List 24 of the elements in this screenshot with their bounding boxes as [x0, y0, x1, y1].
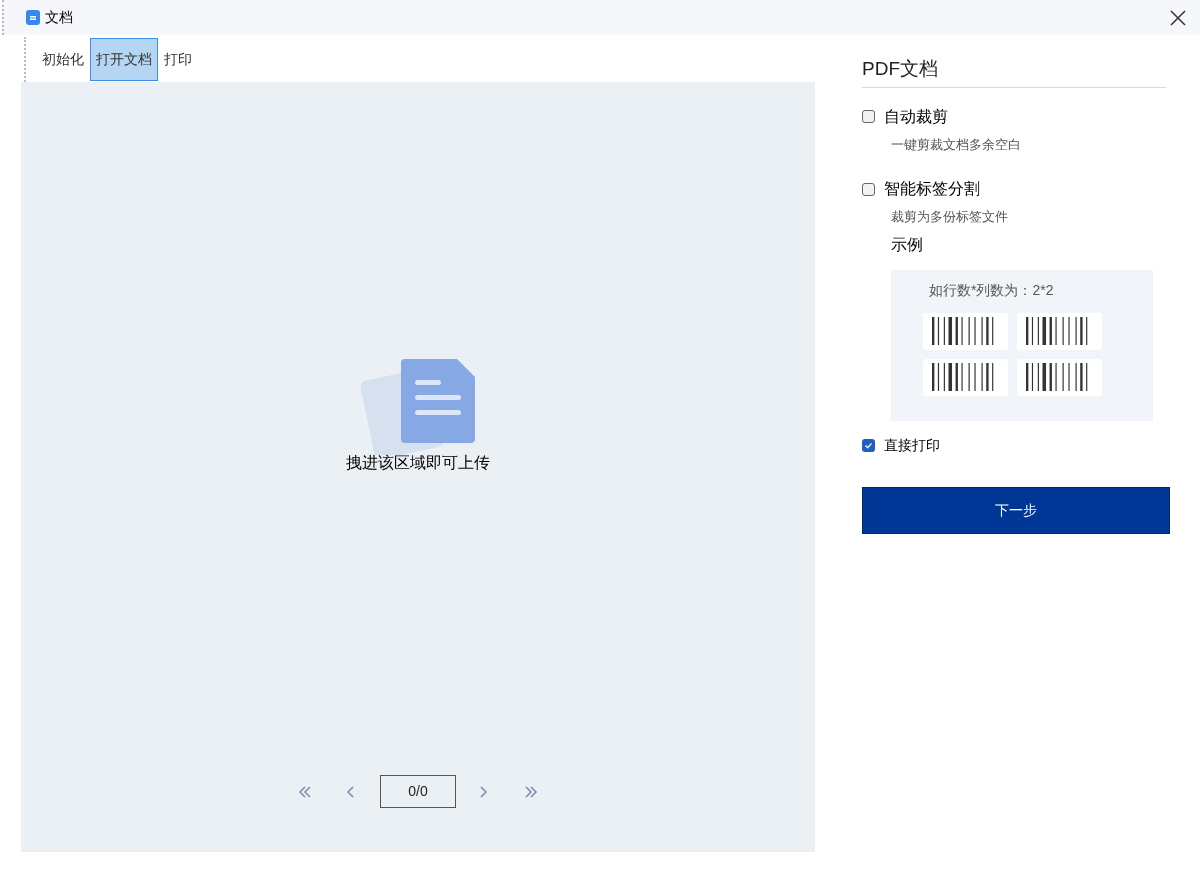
window-title: 文档	[45, 8, 73, 27]
tab[interactable]: 打印	[158, 38, 198, 81]
close-icon[interactable]	[1170, 9, 1186, 26]
checkbox[interactable]	[862, 110, 875, 123]
checkbox-label[interactable]: 智能标签分割	[884, 177, 980, 201]
tab[interactable]: 初始化	[36, 38, 90, 81]
page-field[interactable]: 0/0	[380, 775, 456, 808]
checkbox[interactable]	[862, 182, 875, 196]
previous-page-icon[interactable]	[346, 784, 356, 799]
checkbox[interactable]	[862, 438, 875, 452]
example-title: 示例	[891, 234, 924, 255]
checkbox-label[interactable]: 直接打印	[884, 434, 940, 456]
next-page-icon[interactable]	[478, 784, 488, 799]
upload-hint: 拽进该区域即可上传	[346, 453, 490, 473]
checkbox-label[interactable]: 自动裁剪	[884, 104, 948, 129]
panel-title: PDF文档	[862, 55, 1166, 88]
tab[interactable]: 打开文档	[90, 38, 158, 81]
next-button[interactable]: 下一步	[862, 486, 1170, 534]
example-caption: 如行数*列数为：2*2	[929, 280, 1054, 300]
option-description: 一键剪裁文档多余空白	[891, 135, 1022, 154]
first-page-icon[interactable]	[298, 784, 312, 799]
option-description: 裁剪为多份标签文件	[891, 208, 1009, 226]
last-page-icon[interactable]	[524, 784, 538, 799]
document-icon	[26, 10, 40, 25]
